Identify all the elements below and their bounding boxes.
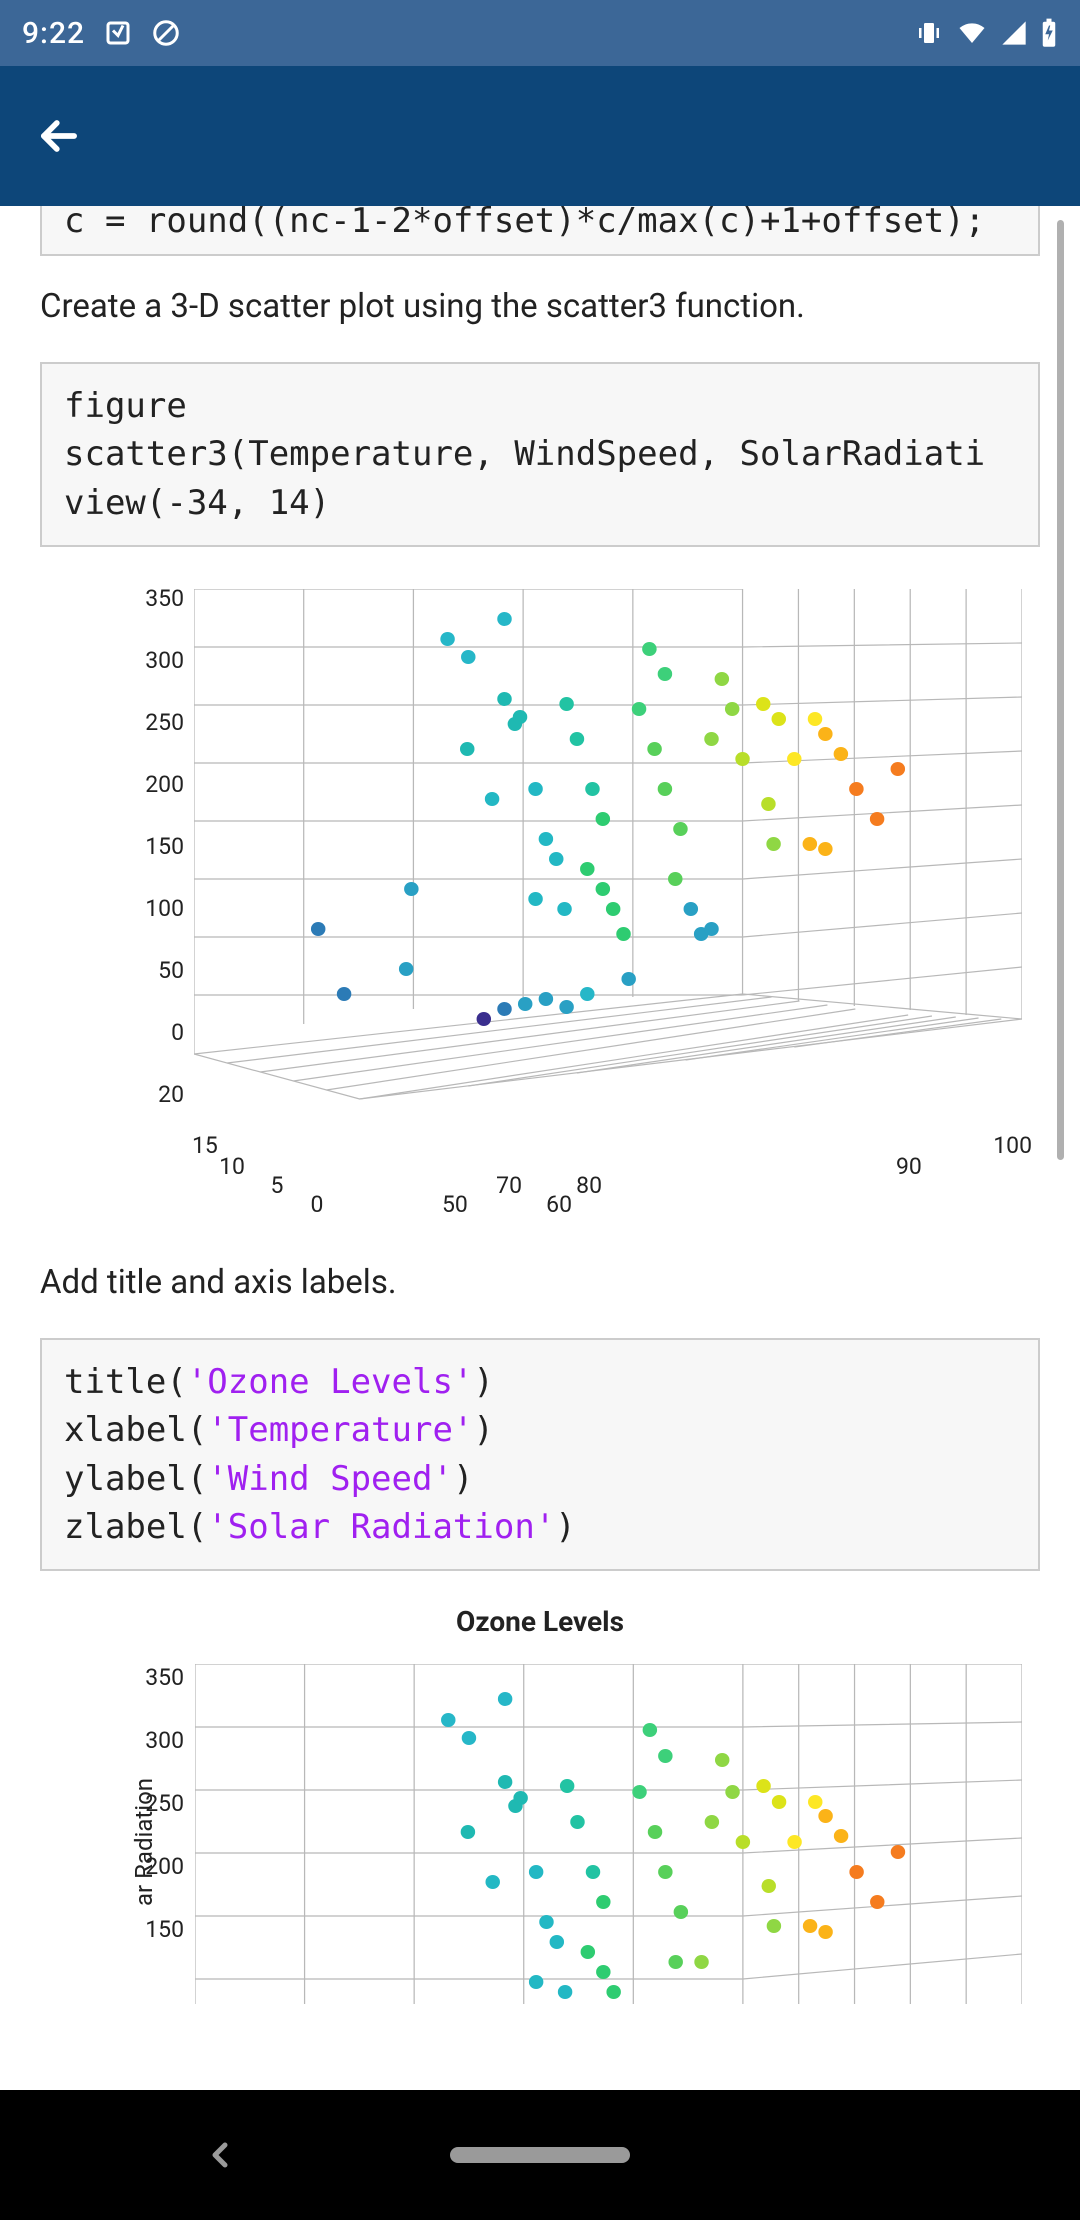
code-block-prev: c = round((nc-1-2*offset)*c/max(c)+1+off… [40,206,1040,256]
code-text: c = round((nc-1-2*offset)*c/max(c)+1+off… [64,206,985,245]
arrow-left-icon [33,110,85,162]
cell-signal-icon [1000,19,1028,47]
doc-content[interactable]: c = round((nc-1-2*offset)*c/max(c)+1+off… [0,206,1080,2090]
chart2-z-ticks: 350 300 250 200 150 [126,1664,184,1979]
nav-home-pill[interactable] [450,2147,630,2163]
paragraph-2: Add title and axis labels. [0,1232,1080,1338]
nav-back-button[interactable] [200,2135,240,2175]
status-time: 9:22 [22,16,85,51]
chart-scatter3-2: ar Radiation 350 300 250 200 150 [40,1652,1040,2032]
chart1-bottom-ticks: 15 100 10 90 5 70 80 0 50 60 [192,1132,1032,1218]
battery-charging-icon [1040,18,1058,48]
vibrate-icon [914,18,944,48]
chart1-z-ticks: 350 300 250 200 150 100 50 0 20 [126,585,184,1101]
code-text: figure scatter3(Temperature, WindSpeed, … [64,386,985,523]
code-block-labels: title('Ozone Levels') xlabel('Temperatur… [40,1338,1040,1571]
chart2-plot-area [195,1664,1022,2004]
app-bar [0,66,1080,206]
screenshot-icon [103,18,133,48]
chart1-plot-area [194,589,1022,1109]
chart-scatter3-1: 350 300 250 200 150 100 50 0 20 [40,573,1040,1218]
android-status-bar: 9:22 [0,0,1080,66]
android-nav-bar [0,2090,1080,2220]
chart1-points [311,612,905,1026]
scroll-indicator[interactable] [1057,220,1064,1160]
paragraph-1: Create a 3-D scatter plot using the scat… [0,256,1080,362]
block-notify-icon [151,18,181,48]
chevron-left-icon [200,2135,240,2175]
code-block-scatter: figure scatter3(Temperature, WindSpeed, … [40,362,1040,547]
chart2-title: Ozone Levels [0,1605,1080,1638]
back-button[interactable] [24,101,94,171]
wifi-icon [956,18,988,48]
